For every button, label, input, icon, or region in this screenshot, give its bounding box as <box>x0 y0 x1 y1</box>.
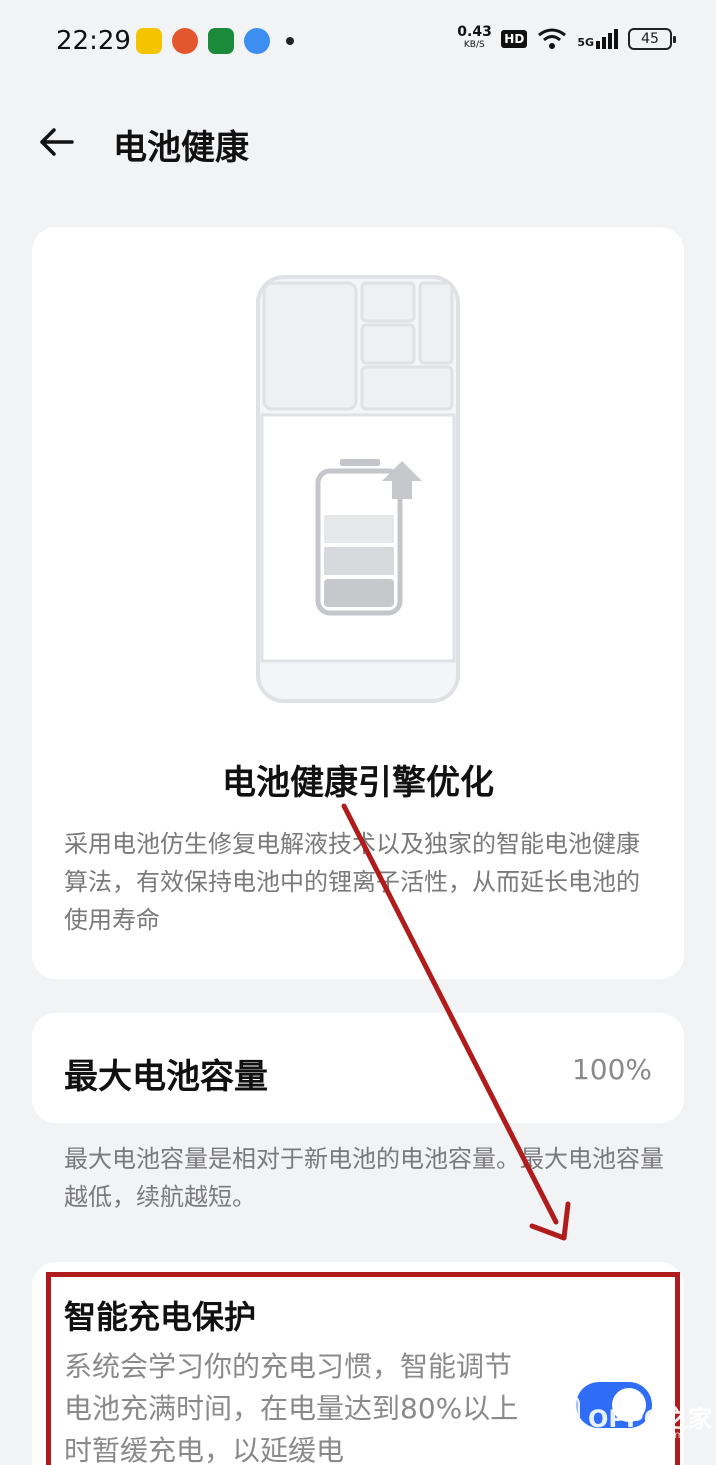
hd-badge: HD <box>501 30 528 48</box>
status-time: 22:29 <box>56 26 131 56</box>
cellular-signal-icon: 5G <box>577 29 618 49</box>
app-notification-icon <box>208 28 234 54</box>
watermark-text: OPPO之家 <box>588 1404 712 1433</box>
battery-icon: 45 <box>628 28 676 50</box>
notification-icons <box>136 28 294 54</box>
max-capacity-value: 100% <box>571 1053 652 1086</box>
app-notification-icon <box>244 28 270 54</box>
phone-battery-illustration <box>256 275 460 703</box>
hero-title: 电池健康引擎优化 <box>222 763 494 803</box>
wifi-icon <box>538 28 567 49</box>
arrow-left-icon[interactable] <box>36 122 76 162</box>
page-title: 电池健康 <box>113 128 249 168</box>
network-speed: 0.43 KB/S <box>457 24 492 50</box>
watermark-logo-icon <box>536 1394 580 1438</box>
more-notifications-dot <box>286 37 294 45</box>
max-capacity-row[interactable]: 最大电池容量 100% <box>32 1013 684 1123</box>
status-bar: 22:29 0.43 KB/S HD 5G 45 <box>0 0 716 84</box>
app-notification-icon <box>172 28 198 54</box>
battery-health-card: 电池健康引擎优化 采用电池仿生修复电解液技术以及独家的智能电池健康算法，有效保持… <box>32 227 684 979</box>
watermark: OPPO之家 www.oppojia.com <box>536 1394 712 1441</box>
watermark-url: www.oppojia.com <box>596 1430 684 1441</box>
max-capacity-description: 最大电池容量是相对于新电池的电池容量。最大电池容量越低，续航越短。 <box>64 1145 664 1211</box>
app-notification-icon <box>136 28 162 54</box>
hero-description: 采用电池仿生修复电解液技术以及独家的智能电池健康算法，有效保持电池中的锂离子活性… <box>64 830 640 934</box>
status-indicators: 0.43 KB/S HD 5G 45 <box>457 24 676 52</box>
max-capacity-label: 最大电池容量 <box>64 1057 268 1097</box>
